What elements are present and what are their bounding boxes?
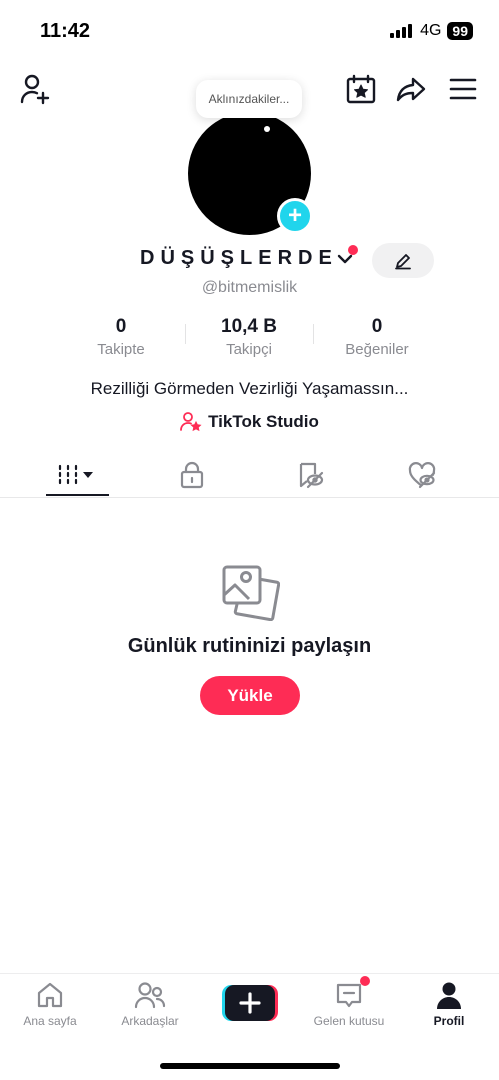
home-indicator	[160, 1063, 340, 1069]
calendar-star-icon	[346, 74, 376, 104]
inbox-icon	[336, 983, 362, 1008]
nav-profile[interactable]: Profil	[399, 980, 499, 1036]
upload-button[interactable]: Yükle	[200, 676, 300, 715]
menu-button[interactable]	[446, 72, 480, 106]
tiktok-studio-link[interactable]: TikTok Studio	[0, 411, 499, 433]
add-friend-button[interactable]	[18, 72, 52, 106]
stat-value: 10,4 B	[221, 316, 277, 337]
display-name[interactable]: DÜŞÜŞLERDE	[140, 247, 338, 270]
lock-icon	[180, 461, 204, 489]
pencil-icon	[395, 253, 411, 269]
photos-icon	[222, 565, 280, 621]
inbox-notification-dot	[360, 976, 370, 986]
tab-videos[interactable]	[16, 455, 140, 495]
username: @bitmemislik	[201, 279, 298, 296]
stat-likes[interactable]: 0 Beğeniler	[312, 316, 442, 358]
home-icon	[37, 982, 63, 1008]
nav-label: Gelen kutusu	[313, 1014, 385, 1028]
heart-hidden-icon	[408, 462, 436, 489]
grid-icon	[58, 464, 93, 485]
tabs-divider	[0, 497, 499, 498]
nav-label: Arkadaşlar	[121, 1014, 179, 1028]
edit-profile-button[interactable]	[372, 243, 434, 278]
bubble-tail-dot	[264, 126, 270, 132]
creator-icon	[180, 412, 202, 432]
nav-inbox[interactable]: Gelen kutusu	[299, 980, 399, 1036]
share-button[interactable]	[394, 72, 428, 106]
nav-label: Profil	[433, 1014, 465, 1028]
stat-value: 0	[371, 316, 383, 337]
nav-divider	[0, 973, 499, 974]
stat-value: 0	[115, 316, 127, 337]
studio-label: TikTok Studio	[208, 412, 319, 431]
tab-reposts[interactable]	[248, 455, 372, 495]
battery-level: 99	[447, 22, 473, 40]
stat-followers[interactable]: 10,4 B Takipçi	[184, 316, 314, 358]
nav-home[interactable]: Ana sayfa	[0, 980, 100, 1036]
create-button[interactable]	[222, 985, 278, 1021]
tab-private[interactable]	[130, 455, 254, 495]
tab-liked[interactable]	[360, 455, 484, 495]
profile-icon	[437, 982, 461, 1009]
friends-icon	[134, 982, 166, 1009]
signal-icon	[390, 24, 413, 38]
thought-bubble[interactable]: Aklınızdakiler...	[196, 80, 302, 118]
stat-label: Beğeniler	[345, 341, 409, 358]
share-icon	[396, 77, 426, 102]
bio: Rezilliği Görmeden Vezirliği Yaşamassın.…	[90, 379, 409, 398]
status-indicators: 4G 99	[390, 22, 473, 40]
plus-icon: +	[287, 202, 302, 229]
calendar-button[interactable]	[344, 72, 378, 106]
status-time: 11:42	[40, 20, 91, 42]
add-avatar-button[interactable]: +	[277, 198, 313, 234]
add-user-icon	[20, 74, 50, 105]
nav-friends[interactable]: Arkadaşlar	[100, 980, 200, 1036]
bookmark-hidden-icon	[299, 462, 324, 489]
nav-label: Ana sayfa	[23, 1014, 77, 1028]
stat-following[interactable]: 0 Takipte	[56, 316, 186, 358]
menu-icon	[449, 78, 477, 100]
stat-label: Takipçi	[226, 341, 272, 358]
active-tab-indicator	[46, 494, 109, 496]
notification-dot	[348, 245, 358, 255]
empty-state-title: Günlük rutininizi paylaşın	[127, 635, 372, 657]
stat-label: Takipte	[97, 341, 145, 358]
network-type: 4G	[420, 22, 442, 39]
